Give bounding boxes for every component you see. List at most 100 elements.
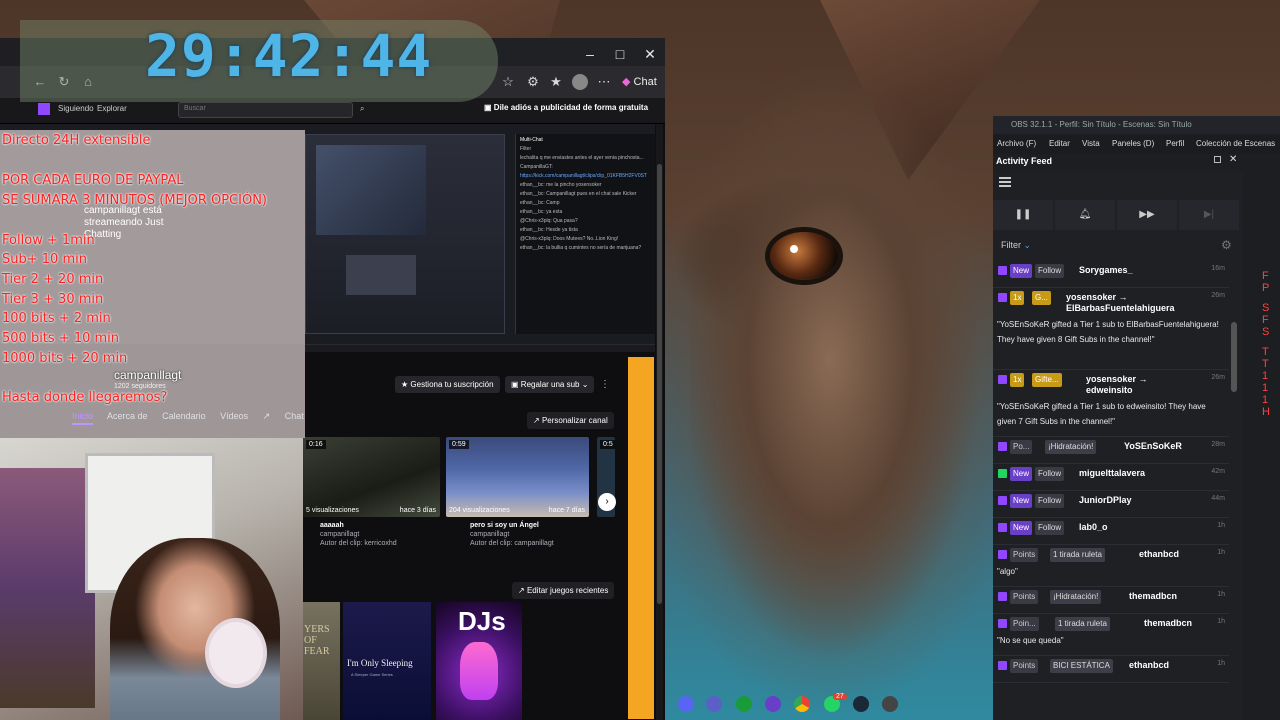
event-username[interactable]: themadbcn — [1129, 591, 1191, 602]
event-time: 28m — [1211, 441, 1225, 448]
event-time: 1h — [1217, 618, 1225, 625]
feed-event[interactable]: Points ¡Hidratación! themadbcn 1h — [997, 590, 1227, 604]
clip-channel[interactable]: campanillagt — [470, 531, 509, 538]
feed-divider — [993, 655, 1229, 656]
clip-title[interactable]: aaaaah — [320, 522, 344, 529]
twitch-logo-icon[interactable] — [38, 103, 50, 115]
customize-channel-button[interactable]: ↗ Personalizar canal — [527, 412, 614, 429]
edge-letter: T — [1262, 346, 1269, 358]
feed-event-row: New Follow lab0_o 1h — [997, 521, 1227, 535]
menu-perfil[interactable]: Perfil — [1166, 139, 1184, 148]
copilot-chat-button[interactable]: ◆ Chat — [622, 72, 657, 92]
menu-coleccion[interactable]: Colección de Escenas — [1196, 139, 1275, 148]
event-username[interactable]: yosensoker → edweinsito — [1086, 374, 1191, 396]
game-title: I'm Only Sleeping — [347, 658, 413, 668]
extensions-icon[interactable]: ⚙ — [525, 74, 541, 90]
manage-subscription-button[interactable]: ★ Gestiona tu suscripción — [395, 376, 500, 393]
menu-icon[interactable] — [999, 177, 1011, 187]
filter-dropdown[interactable]: Filter ⌄ — [1001, 240, 1031, 251]
game-box-art[interactable]: YERS OF FEAR — [303, 602, 340, 720]
maximize-button[interactable]: □ — [605, 44, 635, 64]
event-username[interactable]: themadbcn — [1144, 618, 1192, 629]
teams-icon[interactable] — [706, 696, 722, 712]
preview-chat-line: @Chris-x3plq: Qua pasa? — [520, 218, 578, 224]
pause-button[interactable]: ❚❚ — [993, 200, 1053, 230]
event-username[interactable]: Sorygames_ — [1079, 265, 1191, 276]
xbox-icon[interactable] — [736, 696, 752, 712]
search-input[interactable]: Buscar — [178, 102, 353, 118]
tab-calendario[interactable]: Calendario — [162, 411, 206, 421]
event-username[interactable]: JuniorDPlay — [1079, 495, 1191, 506]
nav-following[interactable]: Siguiendo — [58, 104, 94, 113]
bell-icon[interactable]: 🔔︎ — [1055, 200, 1115, 230]
favorites-icon[interactable]: ★ — [548, 74, 564, 90]
event-username[interactable]: miguelttalavera — [1079, 468, 1191, 479]
copilot-icon: ◆ — [622, 76, 631, 88]
tab-chat[interactable]: ↗ Chat — [263, 411, 316, 421]
feed-event[interactable]: Points 1 tirada ruleta ethanbcd 1h "algo" — [997, 548, 1227, 579]
app-icon[interactable] — [882, 696, 898, 712]
event-time: 26m — [1211, 292, 1225, 299]
clip-title[interactable]: pero si soy un Ángel — [470, 522, 539, 529]
feed-scrollbar[interactable] — [1231, 322, 1237, 392]
feed-event[interactable]: Po... ¡Hidratación! YoSEnSoKeR 28m — [997, 440, 1227, 454]
gift-sub-button[interactable]: ▣ Regalar una sub ⌄ — [505, 376, 595, 393]
discord-icon[interactable] — [678, 696, 694, 712]
clip-channel[interactable]: campanillagt — [320, 531, 359, 538]
clip-thumbnail[interactable]: 0:16 5 visualizaciones hace 3 días — [303, 437, 440, 517]
feed-event[interactable]: New Follow JuniorDPlay 44m — [997, 494, 1227, 508]
ad-free-banner[interactable]: ▣ Dile adiós a publicidad de forma gratu… — [484, 103, 648, 112]
feed-event[interactable]: Points BICI ESTÁTICA ethanbcd 1h — [997, 659, 1227, 673]
more-options-icon[interactable]: ⋮ — [600, 379, 610, 390]
next-arrow-icon[interactable]: › — [598, 493, 616, 511]
skip-button[interactable]: ▶▶ — [1117, 200, 1177, 230]
menu-editar[interactable]: Editar — [1049, 139, 1070, 148]
steam-icon[interactable] — [853, 696, 869, 712]
event-badge: G... — [1032, 291, 1051, 305]
event-username[interactable]: lab0_o — [1079, 522, 1191, 533]
tab-inicio[interactable]: Inicio — [72, 411, 94, 425]
scrollbar-thumb[interactable] — [657, 164, 662, 604]
profile-avatar[interactable] — [572, 74, 588, 90]
channel-name[interactable]: campanillagt — [114, 368, 181, 382]
event-badge: Points — [1010, 590, 1039, 604]
more-icon[interactable]: ⋯ — [596, 74, 612, 90]
game-box-art[interactable]: I'm Only Sleeping A Sleeper Game Series — [343, 602, 431, 720]
search-icon[interactable]: ⌕ — [360, 104, 364, 114]
feed-event[interactable]: New Follow Sorygames_ 16m — [997, 264, 1227, 278]
clip-thumbnail[interactable]: 0:59 204 visualizaciones hace 7 días — [446, 437, 589, 517]
feed-event[interactable]: Poin... 1 tirada ruleta themadbcn 1h "No se … — [997, 617, 1227, 648]
ad-free-label: Dile adiós a publicidad de forma gratuit… — [493, 103, 649, 112]
menu-archivo[interactable]: Archivo (F) — [997, 139, 1036, 148]
game-box-art[interactable]: DJs — [436, 602, 522, 720]
nav-explore[interactable]: Explorar — [97, 104, 127, 113]
feed-event[interactable]: 1x Gifte... yosensoker → edweinsito 26m "YoS… — [997, 373, 1227, 429]
event-username[interactable]: yosensoker → ElBarbasFuentelahiguera — [1066, 292, 1191, 314]
edge-letter: H — [1262, 406, 1270, 418]
chevron-down-icon: ⌄ — [1023, 240, 1032, 250]
feed-event[interactable]: New Follow miguelttalavera 42m — [997, 467, 1227, 481]
undock-icon[interactable] — [1214, 156, 1221, 163]
minimize-button[interactable]: – — [575, 44, 605, 64]
page-scrollbar[interactable] — [656, 124, 663, 720]
skip-end-button[interactable]: ▶| — [1179, 200, 1239, 230]
chrome-icon[interactable] — [794, 696, 810, 712]
webcam-shelf — [0, 468, 95, 708]
menu-paneles[interactable]: Paneles (D) — [1112, 139, 1154, 148]
feed-event[interactable]: New Follow lab0_o 1h — [997, 521, 1227, 535]
event-username[interactable]: ethanbcd — [1139, 549, 1191, 560]
gear-icon[interactable]: ⚙ — [1221, 238, 1232, 252]
rule-line: Directo 24H extensible — [2, 133, 151, 148]
customize-channel-label: Personalizar canal — [541, 416, 608, 425]
edit-recent-games-button[interactable]: ↗ Editar juegos recientes — [512, 582, 615, 599]
close-icon[interactable]: ✕ — [1229, 154, 1237, 165]
obs-app-icon[interactable] — [765, 696, 781, 712]
close-button[interactable]: ✕ — [635, 44, 665, 64]
event-username[interactable]: ethanbcd — [1129, 660, 1191, 671]
feed-event[interactable]: 1x G... yosensoker → ElBarbasFuentelahigue… — [997, 291, 1227, 347]
tab-acerca-de[interactable]: Acerca de — [107, 411, 148, 421]
menu-vista[interactable]: Vista — [1082, 139, 1100, 148]
tab-videos[interactable]: Vídeos — [220, 411, 248, 421]
star-icon[interactable]: ☆ — [500, 74, 516, 90]
event-username[interactable]: YoSEnSoKeR — [1124, 441, 1191, 452]
